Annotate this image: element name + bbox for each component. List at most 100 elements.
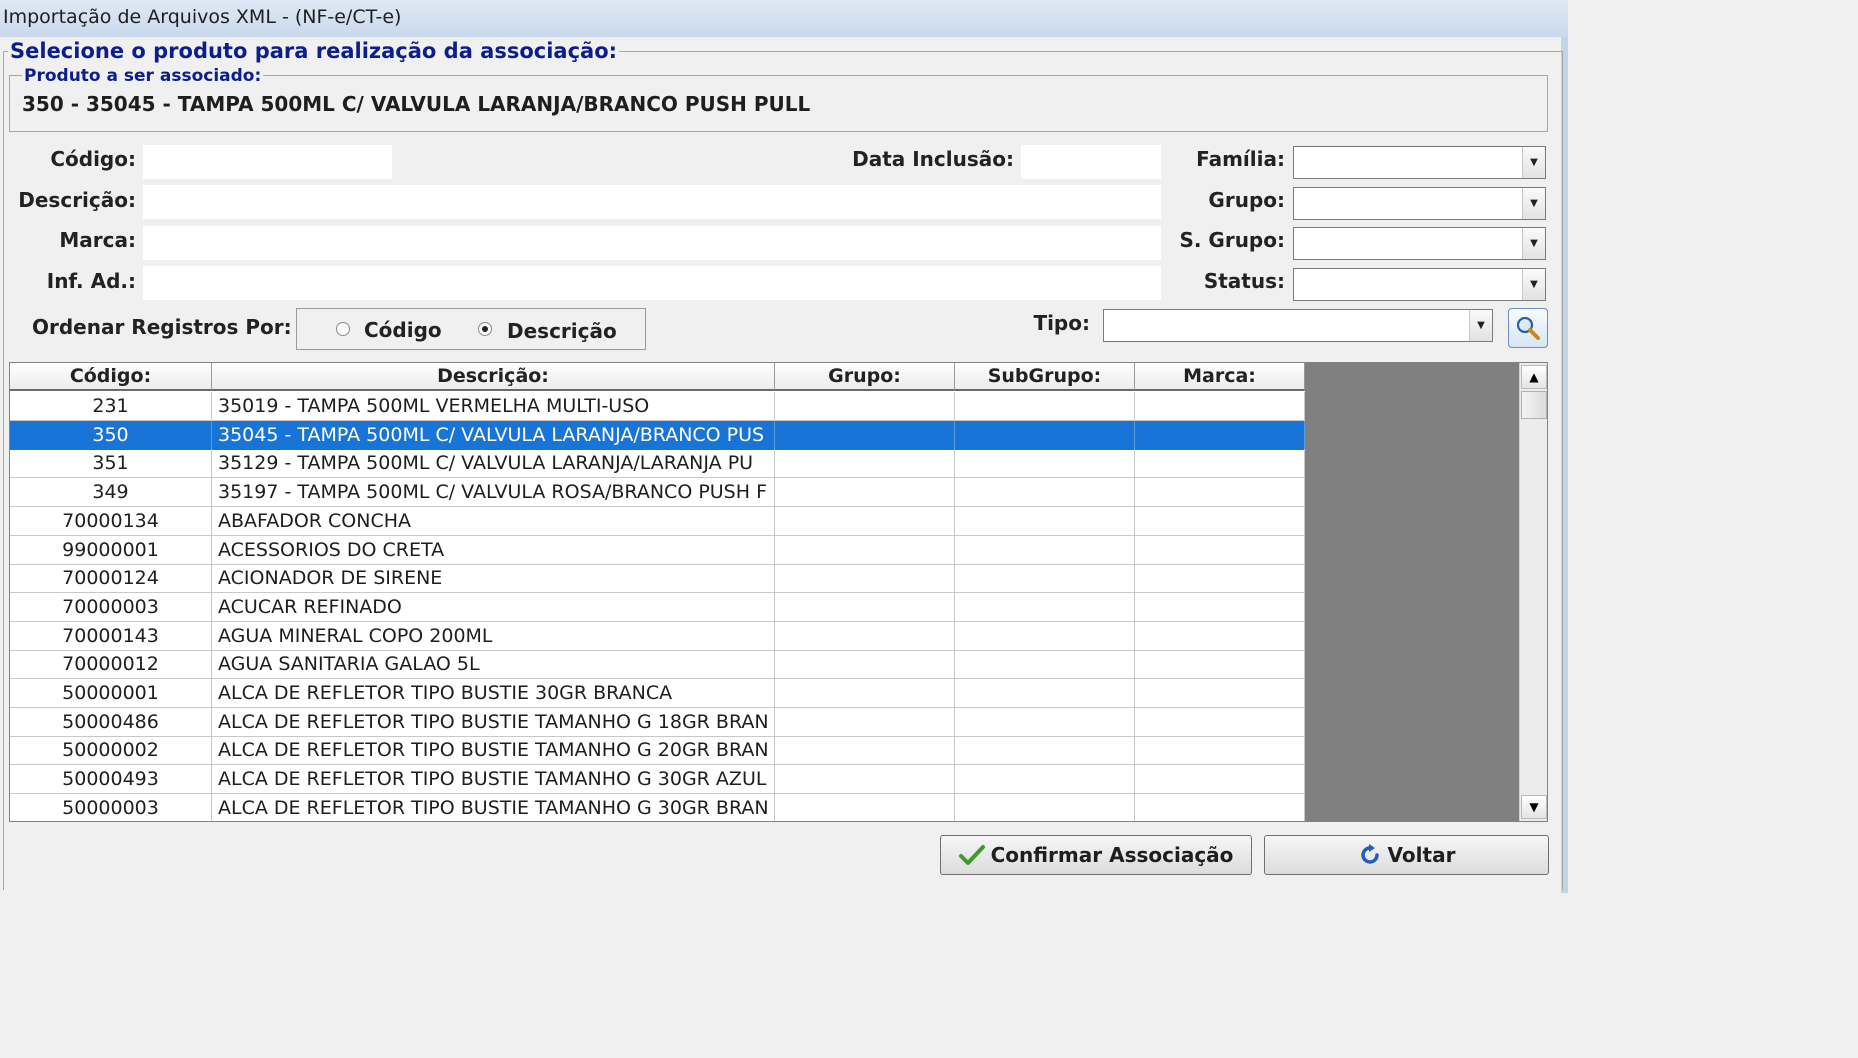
descricao-label: Descrição:	[18, 188, 136, 212]
cell-marca	[1135, 592, 1305, 622]
cell-codigo: 50000002	[10, 736, 212, 766]
table-row[interactable]: 50000003 ALCA DE REFLETOR TIPO BUSTIE TAM…	[10, 793, 1305, 821]
scroll-down-icon[interactable]: ▼	[1521, 795, 1547, 819]
cell-grupo	[775, 592, 955, 622]
cell-marca	[1135, 420, 1305, 450]
table-row[interactable]: 70000143 AGUA MINERAL COPO 200ML	[10, 621, 1305, 651]
grupo-label: Grupo:	[1208, 188, 1285, 212]
table-row[interactable]: 70000134 ABAFADOR CONCHA	[10, 506, 1305, 536]
cell-descricao: ALCA DE REFLETOR TIPO BUSTIE TAMANHO G 1…	[212, 707, 775, 737]
order-descricao-label[interactable]: Descrição	[507, 319, 617, 343]
cell-descricao: 35197 - TAMPA 500ML C/ VALVULA ROSA/BRAN…	[212, 478, 775, 508]
grupo-select[interactable]: ▼	[1293, 187, 1546, 220]
cell-subgrupo	[955, 449, 1135, 479]
cell-subgrupo	[955, 679, 1135, 708]
table-row[interactable]: 70000124 ACIONADOR DE SIRENE	[10, 564, 1305, 594]
cell-subgrupo	[955, 621, 1135, 651]
order-codigo-label[interactable]: Código	[364, 318, 442, 342]
marca-label: Marca:	[59, 228, 136, 252]
marca-input[interactable]	[143, 226, 1161, 260]
cell-marca	[1135, 564, 1305, 594]
chevron-down-icon[interactable]: ▼	[1469, 310, 1492, 341]
order-codigo-radio[interactable]	[336, 322, 350, 336]
table-row[interactable]: 70000003 ACUCAR REFINADO	[10, 592, 1305, 622]
cell-grupo	[775, 650, 955, 680]
confirm-association-label: Confirmar Associação	[990, 843, 1234, 867]
cell-subgrupo	[955, 478, 1135, 508]
cell-codigo: 50000493	[10, 765, 212, 795]
table-row[interactable]: 50000486 ALCA DE REFLETOR TIPO BUSTIE TAM…	[10, 707, 1305, 737]
order-label: Ordenar Registros Por:	[32, 315, 292, 339]
chevron-down-icon[interactable]: ▼	[1522, 228, 1545, 259]
chevron-down-icon[interactable]: ▼	[1522, 269, 1545, 300]
cell-subgrupo	[955, 392, 1135, 421]
table-row[interactable]: 231 35019 - TAMPA 500ML VERMELHA MULTI-US…	[10, 392, 1305, 421]
scroll-thumb[interactable]	[1521, 391, 1547, 419]
window-titlebar: Importação de Arquivos XML - (NF-e/CT-e)	[0, 0, 1568, 37]
cell-marca	[1135, 736, 1305, 766]
data-inclusao-label: Data Inclusão:	[852, 147, 1014, 171]
cell-codigo: 231	[10, 392, 212, 421]
column-header-descricao[interactable]: Descrição:	[212, 363, 775, 391]
table-row[interactable]: 99000001 ACESSORIOS DO CRETA	[10, 535, 1305, 565]
column-header-grupo[interactable]: Grupo:	[775, 363, 955, 391]
window-title: Importação de Arquivos XML - (NF-e/CT-e)	[3, 6, 402, 28]
cell-codigo: 50000001	[10, 679, 212, 708]
cell-grupo	[775, 478, 955, 508]
cell-marca	[1135, 478, 1305, 508]
cell-codigo: 50000003	[10, 793, 212, 821]
chevron-down-icon[interactable]: ▼	[1522, 188, 1545, 219]
cell-descricao: ALCA DE REFLETOR TIPO BUSTIE TAMANHO G 2…	[212, 736, 775, 766]
grid-vertical-scrollbar[interactable]: ▲ ▼	[1519, 363, 1547, 821]
table-row[interactable]: 50000001 ALCA DE REFLETOR TIPO BUSTIE 30G…	[10, 679, 1305, 708]
cell-grupo	[775, 679, 955, 708]
cell-marca	[1135, 650, 1305, 680]
cell-codigo: 70000134	[10, 506, 212, 536]
order-descricao-radio[interactable]	[478, 322, 492, 336]
products-grid[interactable]: Código: Descrição: Grupo: SubGrupo: Marc…	[9, 362, 1548, 822]
table-row[interactable]: 70000012 AGUA SANITARIA GALAO 5L	[10, 650, 1305, 680]
cell-subgrupo	[955, 793, 1135, 821]
cell-descricao: 35129 - TAMPA 500ML C/ VALVULA LARANJA/L…	[212, 449, 775, 479]
cell-subgrupo	[955, 592, 1135, 622]
cell-subgrupo	[955, 420, 1135, 450]
cell-subgrupo	[955, 707, 1135, 737]
search-button[interactable]	[1508, 308, 1548, 348]
descricao-input[interactable]	[143, 185, 1161, 219]
cell-grupo	[775, 765, 955, 795]
table-row[interactable]: 50000002 ALCA DE REFLETOR TIPO BUSTIE TAM…	[10, 736, 1305, 766]
scroll-up-icon[interactable]: ▲	[1521, 365, 1547, 389]
cell-subgrupo	[955, 736, 1135, 766]
table-row[interactable]: 351 35129 - TAMPA 500ML C/ VALVULA LARANJ…	[10, 449, 1305, 479]
cell-descricao: ABAFADOR CONCHA	[212, 506, 775, 536]
chevron-down-icon[interactable]: ▼	[1522, 147, 1545, 178]
cell-descricao: ALCA DE REFLETOR TIPO BUSTIE 30GR BRANCA	[212, 679, 775, 708]
familia-select[interactable]: ▼	[1293, 146, 1546, 179]
cell-descricao: ACIONADOR DE SIRENE	[212, 564, 775, 594]
cell-grupo	[775, 535, 955, 565]
column-header-subgrupo[interactable]: SubGrupo:	[955, 363, 1135, 391]
sgrupo-select[interactable]: ▼	[1293, 227, 1546, 260]
cell-marca	[1135, 392, 1305, 421]
refresh-arrow-icon	[1360, 844, 1379, 864]
table-row[interactable]: 350 35045 - TAMPA 500ML C/ VALVULA LARANJ…	[10, 420, 1305, 450]
confirm-association-button[interactable]: Confirmar Associação	[940, 835, 1252, 875]
cell-marca	[1135, 621, 1305, 651]
cell-descricao: ALCA DE REFLETOR TIPO BUSTIE TAMANHO G 3…	[212, 765, 775, 795]
inf-ad-label: Inf. Ad.:	[46, 269, 136, 293]
cell-codigo: 99000001	[10, 535, 212, 565]
column-header-codigo[interactable]: Código:	[10, 363, 212, 391]
back-label: Voltar	[1387, 843, 1456, 867]
cell-codigo: 50000486	[10, 707, 212, 737]
codigo-input[interactable]	[143, 145, 392, 179]
tipo-select[interactable]: ▼	[1103, 309, 1493, 342]
cell-descricao: AGUA MINERAL COPO 200ML	[212, 621, 775, 651]
column-header-marca[interactable]: Marca:	[1135, 363, 1305, 391]
table-row[interactable]: 349 35197 - TAMPA 500ML C/ VALVULA ROSA/B…	[10, 478, 1305, 508]
data-inclusao-input[interactable]	[1021, 145, 1161, 179]
table-row[interactable]: 50000493 ALCA DE REFLETOR TIPO BUSTIE TAM…	[10, 765, 1305, 795]
back-button[interactable]: Voltar	[1264, 835, 1549, 875]
inf-ad-input[interactable]	[143, 266, 1161, 300]
status-select[interactable]: ▼	[1293, 268, 1546, 301]
grid-empty-area	[1305, 363, 1521, 821]
